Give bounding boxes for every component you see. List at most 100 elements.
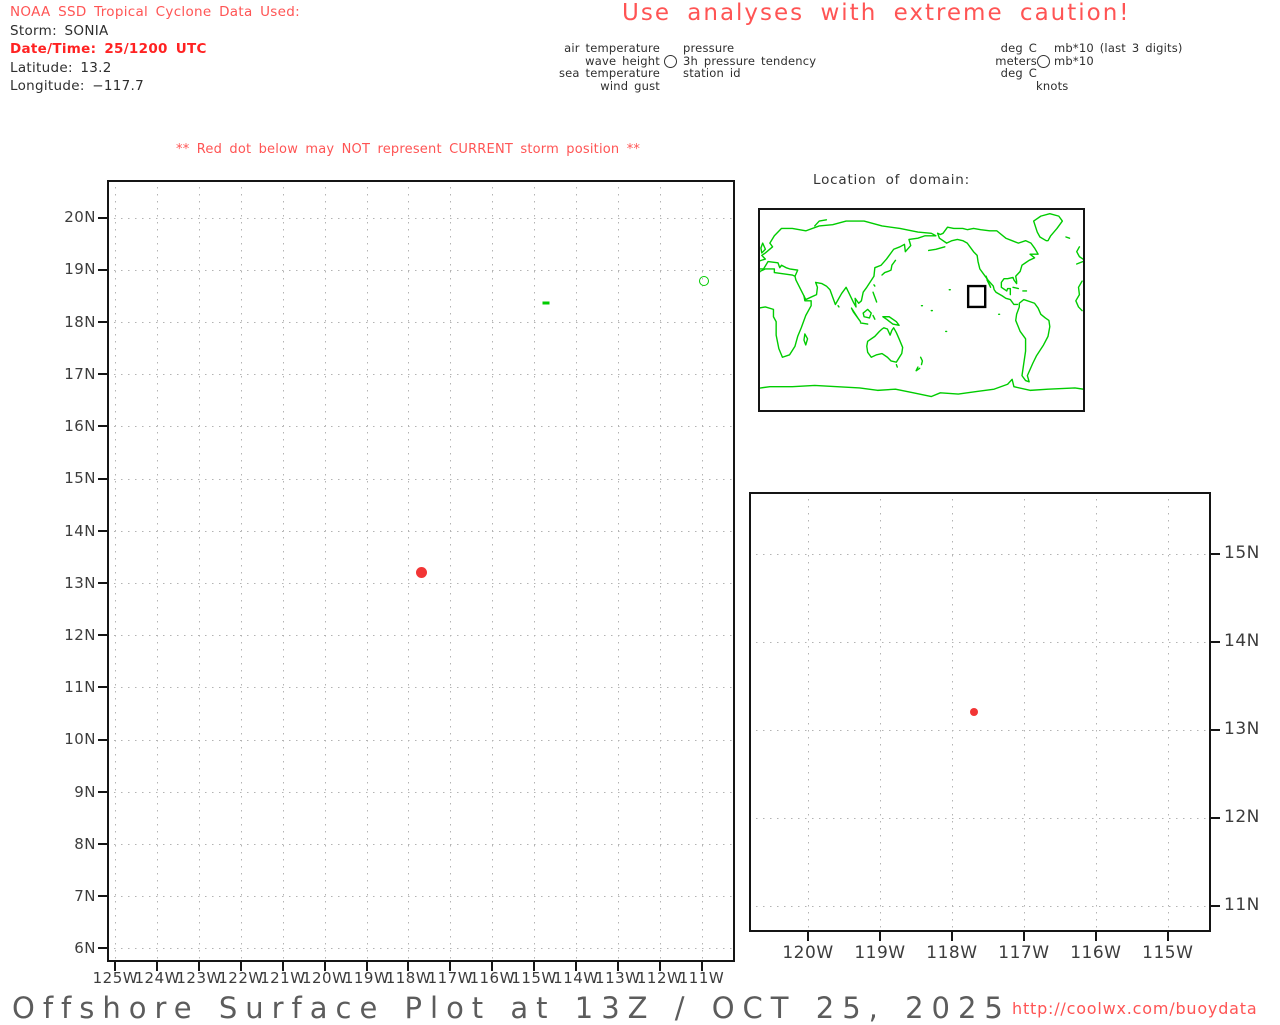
- grid-line-lon: [951, 492, 953, 932]
- x-tick-label: 121W: [260, 969, 306, 987]
- y-tick-label: 15N: [1224, 543, 1260, 564]
- units-pressure-tendency: mb*10: [1054, 53, 1094, 68]
- x-tick-label: 122W: [218, 969, 264, 987]
- y-tick-label: 11N: [1224, 895, 1260, 916]
- grid-line-lon: [1095, 492, 1097, 932]
- grid-line-lat: [107, 269, 735, 271]
- y-tick-mark: [98, 947, 107, 950]
- y-tick-mark: [98, 216, 107, 219]
- grid-line-lat: [107, 844, 735, 846]
- y-tick-label: 13N: [64, 573, 96, 592]
- inset-map-title: Location of domain:: [813, 172, 971, 188]
- x-tick-label: 116W: [1070, 943, 1122, 963]
- longitude-line: Longitude: −117.7: [10, 78, 145, 94]
- storm-info-block: NOAA SSD Tropical Cyclone Data Used: Sto…: [10, 3, 300, 96]
- x-tick-label: 115W: [1142, 943, 1194, 963]
- x-tick-mark: [1094, 932, 1097, 941]
- grid-line-lon: [808, 492, 809, 932]
- x-tick-mark: [807, 932, 809, 941]
- x-tick-label: 112W: [636, 969, 683, 987]
- storm-position-warning: ** Red dot below may NOT represent CURRE…: [176, 142, 641, 157]
- y-tick-label: 8N: [74, 834, 96, 853]
- y-tick-label: 14N: [1224, 631, 1260, 652]
- y-tick-label: 16N: [64, 417, 96, 436]
- main-plot: 125W 124W 123W 122W 121W 120W 119W 118W 117W 116W…: [64, 180, 735, 987]
- grid-line-lat: [749, 729, 1211, 731]
- legend-sea-temperature-label: sea temperature: [558, 66, 660, 80]
- zoom-plot-frame: [749, 492, 1211, 932]
- x-tick-label: 120W: [782, 943, 834, 963]
- y-tick-mark: [98, 268, 107, 271]
- grid-line-lat: [107, 896, 735, 898]
- location-inset-map: [758, 208, 1085, 412]
- grid-line-lat: [107, 583, 735, 584]
- socorro-island: [698, 275, 709, 286]
- y-tick-label: 12N: [1224, 807, 1260, 828]
- storm-position-dot: [415, 567, 427, 579]
- x-tick-mark: [878, 932, 881, 941]
- y-tick-mark: [1211, 552, 1220, 555]
- x-tick-label: 119W: [343, 969, 390, 987]
- units-wind-gust: knots: [1036, 78, 1069, 93]
- storm-position-dot: [969, 708, 978, 716]
- y-tick-label: 6N: [74, 939, 96, 958]
- legend-row: sea temperature station id: [500, 67, 816, 80]
- source-url: http://coolwx.com/buoydata: [1012, 999, 1258, 1018]
- grid-line-lat: [107, 217, 735, 219]
- station-circle-icon: [1037, 55, 1050, 68]
- y-tick-label: 14N: [64, 521, 96, 540]
- x-tick-label: 118W: [926, 943, 978, 963]
- station-model-legend: air temperature pressure wave height 3h …: [500, 42, 816, 92]
- data-source-line: NOAA SSD Tropical Cyclone Data Used:: [10, 4, 300, 20]
- legend-wind-gust-label: wind gust: [600, 78, 660, 93]
- y-tick-label: 11N: [64, 678, 96, 697]
- grid-line-lat: [107, 530, 735, 532]
- y-tick-mark: [98, 425, 107, 428]
- x-tick-label: 111W: [678, 969, 725, 987]
- grid-line-lon: [1167, 492, 1169, 932]
- grid-line-lat: [107, 478, 735, 480]
- y-tick-mark: [98, 477, 107, 480]
- y-tick-mark: [98, 895, 107, 898]
- legend-air-temperature-label: air temperature: [564, 41, 660, 55]
- grid-line-lat: [749, 817, 1211, 819]
- y-tick-mark: [1211, 728, 1220, 731]
- coastlines: [760, 214, 1083, 397]
- units-air-temperature: deg C: [1000, 41, 1037, 55]
- grid-line-lat: [749, 641, 1211, 643]
- x-tick-label: 119W: [854, 943, 906, 963]
- y-tick-label: 12N: [64, 625, 96, 644]
- x-tick-label: 114W: [553, 969, 599, 987]
- y-tick-label: 9N: [74, 782, 96, 801]
- y-tick-mark: [98, 738, 107, 741]
- legend-row: deg C mb*10 (last 3 digits): [880, 42, 1183, 55]
- grid-line-lon: [1023, 492, 1025, 932]
- y-tick-mark: [98, 373, 107, 376]
- y-tick-mark: [1211, 904, 1220, 907]
- y-tick-label: 7N: [74, 886, 96, 905]
- y-tick-mark: [1211, 640, 1220, 643]
- y-tick-label: 17N: [64, 364, 96, 383]
- legend-row: knots: [880, 78, 1183, 93]
- grid-line-lat: [107, 635, 735, 637]
- units-sea-temperature: deg C: [1000, 66, 1037, 80]
- page-title: Offshore Surface Plot at 13Z / OCT 25, 2…: [12, 991, 1011, 1025]
- x-tick-mark: [1022, 932, 1025, 941]
- x-tick-label: 123W: [176, 969, 222, 987]
- x-tick-label: 120W: [301, 969, 348, 987]
- y-tick-mark: [98, 790, 107, 793]
- y-tick-label: 13N: [1224, 719, 1260, 740]
- y-tick-mark: [98, 320, 107, 323]
- x-tick-label: 125W: [92, 969, 139, 987]
- x-tick-mark: [950, 932, 953, 941]
- latitude-line: Latitude: 13.2: [10, 59, 112, 76]
- grid-line-lat: [107, 374, 735, 376]
- y-tick-mark: [98, 843, 107, 846]
- grid-line-lat: [107, 426, 735, 428]
- x-tick-mark: [1166, 932, 1169, 941]
- y-tick-label: 15N: [64, 469, 96, 488]
- legend-empty: [880, 80, 1037, 93]
- grid-line-lat: [107, 687, 735, 689]
- y-tick-label: 20N: [64, 208, 96, 227]
- clarion-island: [542, 301, 550, 305]
